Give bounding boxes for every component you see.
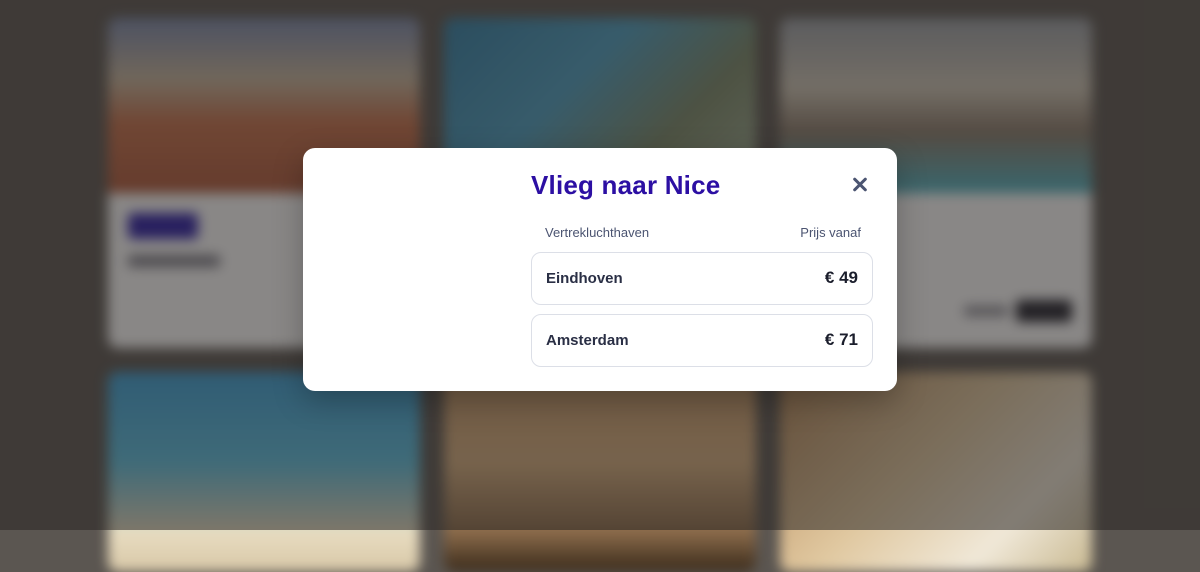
departure-airport-name: Eindhoven bbox=[546, 270, 623, 287]
departure-option-eindhoven[interactable]: Eindhoven € 49 bbox=[531, 252, 873, 305]
close-icon[interactable] bbox=[849, 174, 871, 196]
dialog-title: Vlieg naar Nice bbox=[531, 170, 721, 200]
departure-price: € 71 bbox=[824, 330, 858, 349]
flight-options-dialog: Vlieg naar Nice Vertrekluchthaven Prijs … bbox=[303, 148, 897, 391]
column-header-price: Prijs vanaf bbox=[800, 225, 861, 240]
departure-airport-name: Amsterdam bbox=[546, 332, 629, 349]
departure-price: € 49 bbox=[824, 268, 858, 287]
column-header-departure: Vertrekluchthaven bbox=[545, 225, 650, 240]
departure-option-amsterdam[interactable]: Amsterdam € 71 bbox=[531, 314, 873, 367]
